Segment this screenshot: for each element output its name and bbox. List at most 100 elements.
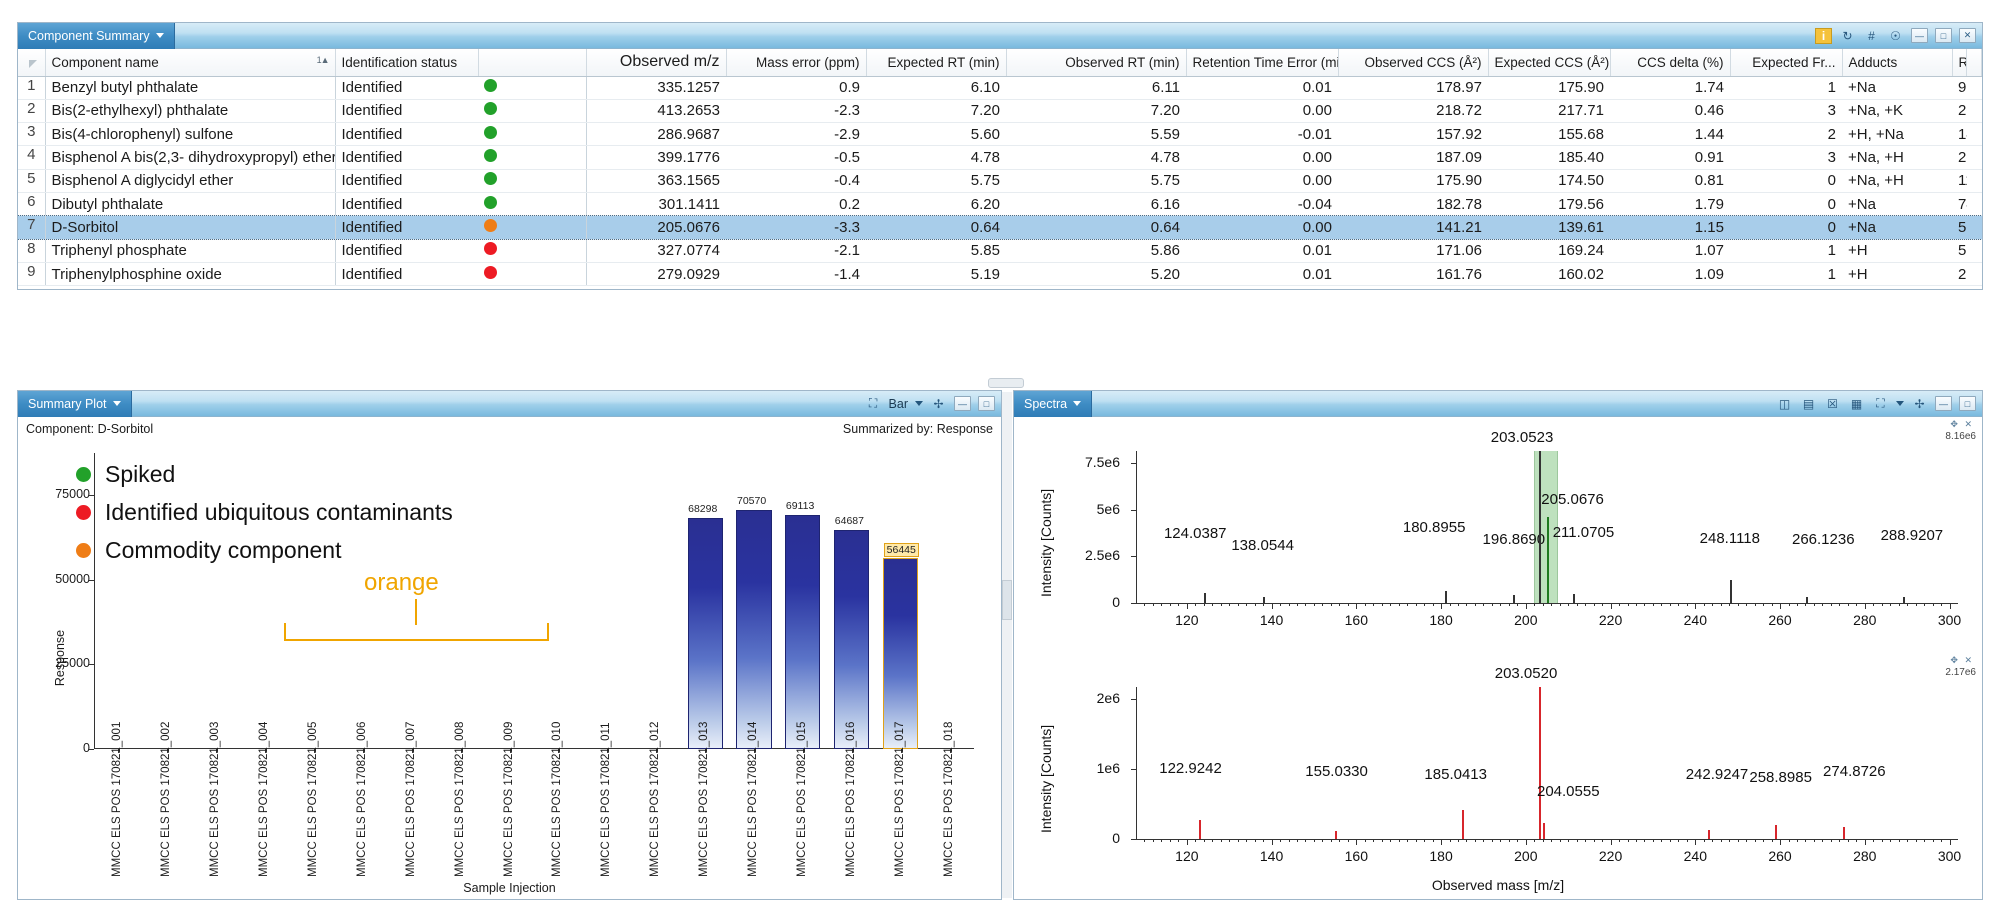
refresh-icon[interactable]: ↻ (1839, 28, 1856, 44)
cell-mass-error: -2.3 (726, 99, 866, 122)
minimize-button[interactable]: — (954, 396, 971, 411)
chevron-down-icon[interactable] (156, 33, 164, 38)
close-box-icon[interactable]: ☒ (1824, 396, 1841, 412)
table-row[interactable]: 8Triphenyl phosphateIdentified327.0774-2… (18, 239, 1982, 262)
col-header-mass-error[interactable]: Mass error (ppm) (726, 49, 866, 76)
close-button[interactable]: ✕ (1959, 28, 1976, 43)
chevron-down-icon[interactable] (113, 401, 121, 406)
spectrum-peak[interactable] (1806, 597, 1808, 603)
cell-ccs-delta: 0.46 (1610, 99, 1730, 122)
spectrum-peak[interactable] (1263, 597, 1265, 603)
cell-identification-status: Identified (335, 76, 478, 99)
col-header-response[interactable]: Response (1952, 49, 1967, 76)
vertical-splitter[interactable] (1002, 392, 1012, 898)
col-header-ccs-delta[interactable]: CCS delta (%) (1610, 49, 1730, 76)
top-spectrum-pane-tools[interactable]: ✥ ✕ (1950, 419, 1974, 430)
table-row[interactable]: 2Bis(2-ethylhexyl) phthalateIdentified41… (18, 99, 1982, 122)
bar-chart-icon[interactable]: ⛶ (865, 396, 882, 412)
chart-icon[interactable]: ⛶ (1872, 396, 1889, 412)
minimize-button[interactable]: — (1911, 28, 1928, 43)
table-row[interactable]: 7D-SorbitolIdentified205.0676-3.30.640.6… (18, 216, 1982, 239)
col-header-expected-ccs[interactable]: Expected CCS (Å²) (1488, 49, 1610, 76)
plot-type-label[interactable]: Bar (889, 397, 908, 411)
bar[interactable] (883, 558, 918, 749)
cell-component-name: Triphenyl phosphate (45, 239, 335, 262)
horizontal-splitter-grip[interactable] (988, 378, 1024, 388)
cell-identification-status: Identified (335, 262, 478, 285)
minimize-button[interactable]: — (1935, 396, 1952, 411)
top-spectrum-x-tick (1568, 603, 1569, 606)
col-header-observed-mz[interactable]: Observed m/z (586, 49, 726, 76)
plot-area[interactable]: 6829870570691136468756445 (94, 453, 974, 749)
label-icon[interactable]: ▤ (1800, 396, 1817, 412)
numbering-icon[interactable]: # (1863, 28, 1880, 44)
bar[interactable] (688, 518, 723, 749)
chevron-down-icon[interactable] (1073, 401, 1081, 406)
col-header-observed-rt[interactable]: Observed RT (min) (1006, 49, 1186, 76)
spectrum-peak[interactable] (1335, 831, 1337, 839)
list-icon[interactable]: ◫ (1776, 396, 1793, 412)
move-icon[interactable]: ✢ (930, 396, 947, 412)
row-number: 9 (18, 262, 45, 285)
table-row[interactable]: 1Benzyl butyl phthalateIdentified335.125… (18, 76, 1982, 99)
chart-chevron-down-icon[interactable] (1896, 401, 1904, 406)
table-row[interactable]: 9Triphenylphosphine oxideIdentified279.0… (18, 262, 1982, 285)
col-header-expected-rt[interactable]: Expected RT (min) (866, 49, 1006, 76)
col-header-observed-ccs[interactable]: Observed CCS (Å²) (1338, 49, 1488, 76)
spectrum-peak[interactable] (1513, 595, 1515, 603)
bottom-spectrum-pane-tools[interactable]: ✥ ✕ (1950, 655, 1974, 666)
maximize-button[interactable]: □ (1935, 28, 1952, 43)
status-dot (478, 216, 586, 239)
cell-mass-error: -2.1 (726, 239, 866, 262)
move-icon[interactable]: ✢ (1911, 396, 1928, 412)
table-row[interactable]: 4Bisphenol A bis(2,3- dihydroxypropyl) e… (18, 146, 1982, 169)
col-header-component-name[interactable]: Component name 1▲ (45, 49, 335, 76)
maximize-button[interactable]: □ (978, 396, 995, 411)
vertical-splitter-grip[interactable] (1002, 580, 1012, 620)
spectrum-peak[interactable] (1543, 823, 1545, 839)
cell-observed-mz: 301.1411 (586, 192, 726, 215)
spectrum-peak[interactable] (1199, 820, 1201, 839)
bottom-spectrum-x-tick (1899, 839, 1900, 842)
col-header-adducts[interactable]: Adducts (1842, 49, 1952, 76)
top-spectrum-x-tick (1789, 603, 1790, 606)
select-all-corner[interactable] (18, 49, 45, 76)
bottom-spectrum-x-tick (1356, 839, 1357, 845)
spectrum-peak[interactable] (1775, 825, 1777, 839)
table-row[interactable]: 6Dibutyl phthalateIdentified301.14110.26… (18, 192, 1982, 215)
maximize-button[interactable]: □ (1959, 396, 1976, 411)
cell-observed-ccs: 161.76 (1338, 262, 1488, 285)
spectrum-peak[interactable] (1903, 597, 1905, 603)
spectrum-peak[interactable] (1462, 810, 1464, 839)
table-icon[interactable]: ▦ (1848, 396, 1865, 412)
tab-component-summary[interactable]: Component Summary (18, 23, 175, 49)
spectrum-peak[interactable] (1204, 593, 1206, 603)
bar[interactable] (785, 515, 820, 749)
bar[interactable] (736, 510, 771, 749)
spectrum-peak[interactable] (1573, 594, 1575, 603)
tab-spectra[interactable]: Spectra (1014, 391, 1092, 417)
history-icon[interactable]: ☉ (1887, 28, 1904, 44)
bar[interactable] (834, 530, 869, 749)
spectrum-peak[interactable] (1730, 580, 1732, 603)
col-header-retention-time-error[interactable]: Retention Time Error (min) (1186, 49, 1338, 76)
cell-expected-rt: 6.20 (866, 192, 1006, 215)
info-icon[interactable]: i (1815, 28, 1832, 44)
col-header-identification-status[interactable]: Identification status (335, 49, 478, 76)
spectrum-peak[interactable] (1708, 830, 1710, 839)
table-row[interactable]: 3Bis(4-chlorophenyl) sulfoneIdentified28… (18, 123, 1982, 146)
spectrum-top-pane[interactable]: 8.16e6✥ ✕02.5e65e67.5e6Intensity [Counts… (1014, 417, 1982, 649)
tab-summary-plot[interactable]: Summary Plot (18, 391, 132, 417)
spectrum-bottom-pane[interactable]: 2.17e6✥ ✕01e62e6Intensity [Counts]120140… (1014, 653, 1982, 885)
spectrum-peak[interactable] (1547, 517, 1549, 603)
col-header-expected-fragments[interactable]: Expected Fr... (1730, 49, 1842, 76)
spectrum-peak[interactable] (1843, 827, 1845, 839)
spectrum-peak[interactable] (1445, 591, 1447, 603)
top-spectrum-y-tick-label: 5e6 (1054, 501, 1120, 517)
top-spectrum-x-tick (1704, 603, 1705, 606)
spectrum-peak[interactable] (1539, 451, 1541, 603)
component-summary-grid-scroll[interactable]: Component name 1▲ Identification status … (18, 49, 1982, 290)
table-row[interactable]: 5Bisphenol A diglycidyl etherIdentified3… (18, 169, 1982, 192)
spectrum-peak[interactable] (1539, 687, 1541, 839)
plot-type-chevron-down-icon[interactable] (915, 401, 923, 406)
